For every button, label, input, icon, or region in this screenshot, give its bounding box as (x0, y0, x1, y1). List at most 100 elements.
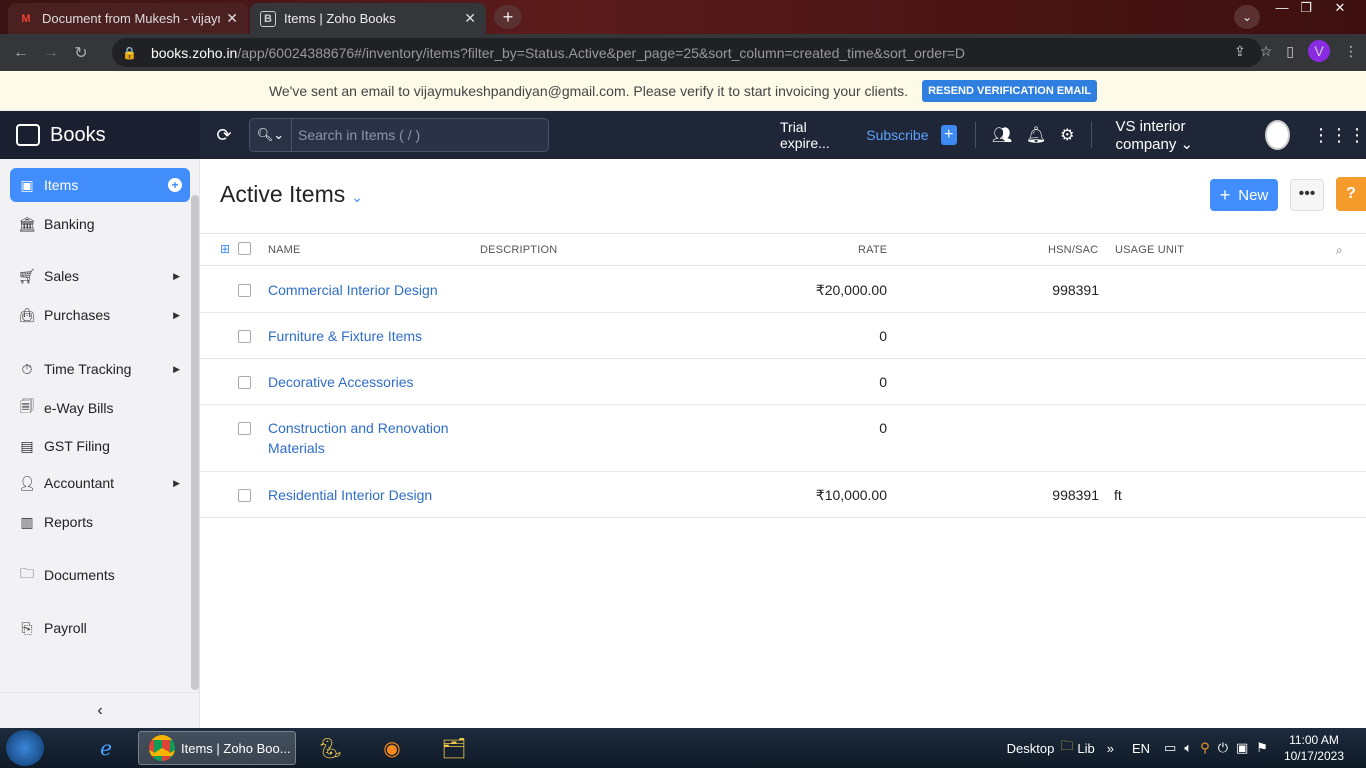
side-panel-icon[interactable]: ▯ (1286, 43, 1294, 60)
divider (1090, 122, 1092, 148)
item-name-link[interactable]: Commercial Interior Design (268, 280, 468, 300)
sidebar-item-label: Time Tracking (44, 361, 132, 377)
url-field[interactable]: 🔒 books.zoho.in/app/60024388676#/invento… (112, 38, 1262, 67)
item-name-link[interactable]: Furniture & Fixture Items (268, 326, 468, 346)
subscribe-link[interactable]: Subscribe (866, 127, 928, 143)
item-name-link[interactable]: Decorative Accessories (268, 372, 468, 392)
row-checkbox[interactable] (238, 422, 251, 435)
sidebar-item-payroll[interactable]: ⎘ Payroll (10, 611, 190, 645)
quick-create-button[interactable]: + (940, 125, 957, 145)
browser-tab-zoho-books[interactable]: B Items | Zoho Books ✕ (250, 3, 486, 34)
toolbar-overflow-icon[interactable]: » (1107, 741, 1114, 756)
item-name-link[interactable]: Construction and Renovation Materials (268, 418, 468, 458)
reload-icon[interactable]: ↻ (66, 43, 96, 63)
column-settings-icon[interactable]: ⊞ (220, 242, 230, 256)
file-explorer-icon[interactable]: 🗂︎ (434, 731, 474, 765)
collapse-sidebar-button[interactable]: ‹ (0, 692, 200, 728)
volume-icon[interactable]: 🔈︎ (1184, 740, 1192, 756)
table-row[interactable]: Construction and Renovation Materials 0 (200, 405, 1366, 472)
window-close-icon[interactable]: ✕ (1328, 0, 1352, 20)
column-usage-unit[interactable]: USAGE UNIT (1115, 244, 1184, 256)
add-item-icon[interactable]: + (168, 178, 182, 192)
lib-toolbar[interactable]: Lib (1077, 741, 1094, 756)
item-hsn: 998391 (1052, 282, 1099, 298)
sidebar-item-banking[interactable]: 🏛︎ Banking (10, 207, 190, 241)
sidebar-item-items[interactable]: ▣ Items + (10, 168, 190, 202)
trial-status[interactable]: Trial expire... (780, 119, 846, 151)
forward-icon[interactable]: → (36, 44, 66, 62)
browser-menu-icon[interactable]: ⋮ (1344, 43, 1358, 60)
users-icon[interactable]: 👥︎ (992, 125, 1012, 145)
new-tab-button[interactable]: + (494, 5, 522, 29)
sidebar-item-documents[interactable]: 🗀︎ Documents (10, 558, 190, 592)
close-tab-icon[interactable]: ✕ (226, 10, 238, 27)
bank-icon: 🏛︎ (18, 215, 36, 232)
system-tray: Desktop 🗀︎ Lib » EN ▭ 🔈︎ ⚲ ⏻ ▣ ⚑ 11:00 A… (1007, 728, 1366, 768)
item-rate: ₹20,000.00 (815, 282, 887, 298)
browser-tab-gmail[interactable]: M Document from Mukesh - vijaymukesh ✕ (8, 3, 248, 34)
table-row[interactable]: Commercial Interior Design ₹20,000.00 99… (200, 267, 1366, 313)
network-icon[interactable]: ▭ (1164, 740, 1176, 756)
recent-activity-icon[interactable]: ⟳ (200, 125, 248, 146)
resend-verification-button[interactable]: RESEND VERIFICATION EMAIL (922, 79, 1098, 102)
close-tab-icon[interactable]: ✕ (464, 10, 476, 27)
chevron-down-icon[interactable]: ⌄ (351, 189, 363, 205)
row-checkbox[interactable] (238, 376, 251, 389)
search-box[interactable]: 🔍︎⌄ (249, 118, 549, 152)
organization-switcher[interactable]: VS interior company ⌄ (1115, 118, 1240, 153)
python-icon[interactable]: 🐍︎ (310, 731, 350, 765)
user-avatar[interactable] (1264, 120, 1290, 150)
item-name-link[interactable]: Residential Interior Design (268, 485, 468, 505)
column-rate[interactable]: RATE (858, 244, 887, 256)
firefox-icon[interactable]: ◉ (372, 731, 412, 765)
power-icon[interactable]: ⏻ (1218, 740, 1228, 756)
clock[interactable]: 11:00 AM 10/17/2023 (1284, 732, 1344, 764)
bell-icon[interactable]: 🔔︎ (1026, 125, 1046, 145)
gmail-icon: M (21, 12, 31, 25)
sidebar-item-eway-bills[interactable]: 🗐︎ e-Way Bills (10, 391, 190, 425)
table-row[interactable]: Furniture & Fixture Items 0 (200, 313, 1366, 359)
more-options-button[interactable]: ••• (1290, 179, 1324, 211)
action-center-flag-icon[interactable]: ⚑ (1256, 740, 1268, 756)
minimize-icon[interactable]: — (1270, 0, 1294, 20)
sidebar-item-purchases[interactable]: 👜︎ Purchases ▶ (10, 298, 190, 332)
taskbar-chrome-window[interactable]: Items | Zoho Boo... (138, 731, 296, 765)
row-checkbox[interactable] (238, 284, 251, 297)
bookmark-star-icon[interactable]: ☆ (1260, 43, 1273, 60)
sidebar-scrollbar[interactable] (191, 195, 199, 690)
row-checkbox[interactable] (238, 489, 251, 502)
table-row[interactable]: Residential Interior Design ₹10,000.00 9… (200, 472, 1366, 518)
select-all-checkbox[interactable] (238, 242, 251, 255)
restore-icon[interactable]: ❐ (1294, 0, 1318, 20)
search-tray-icon[interactable]: ⚲ (1200, 740, 1210, 756)
profile-avatar[interactable]: V (1308, 40, 1330, 62)
start-button[interactable] (6, 730, 44, 766)
column-name[interactable]: NAME (268, 244, 301, 256)
sidebar-item-sales[interactable]: 🛒︎ Sales ▶ (10, 259, 190, 293)
sidebar-item-time-tracking[interactable]: ⏱︎ Time Tracking ▶ (10, 352, 190, 386)
internet-explorer-icon[interactable]: ℯ (86, 731, 126, 765)
page-title[interactable]: Active Items ⌄ (220, 181, 363, 208)
display-icon[interactable]: ▣ (1236, 740, 1248, 756)
search-input[interactable] (292, 127, 532, 143)
sidebar-item-gst-filing[interactable]: ▤ GST Filing (10, 429, 190, 463)
gear-icon[interactable]: ⚙ (1060, 125, 1075, 145)
sidebar-item-accountant[interactable]: 👤︎ Accountant ▶ (10, 466, 190, 500)
apps-grid-icon[interactable]: ⋮⋮⋮ (1312, 125, 1366, 146)
table-row[interactable]: Decorative Accessories 0 (200, 359, 1366, 405)
table-search-icon[interactable]: ⌕ (1336, 243, 1343, 258)
search-icon[interactable]: 🔍︎⌄ (250, 119, 292, 151)
share-icon[interactable]: ⇪ (1234, 43, 1246, 60)
clock-icon: ⏱︎ (21, 360, 33, 377)
help-button[interactable]: ? (1336, 177, 1366, 211)
new-item-button[interactable]: + New (1210, 179, 1278, 211)
desktop-toolbar[interactable]: Desktop (1007, 741, 1055, 756)
column-description[interactable]: DESCRIPTION (480, 244, 557, 256)
back-icon[interactable]: ← (6, 44, 36, 62)
language-indicator[interactable]: EN (1132, 741, 1150, 756)
sidebar-item-reports[interactable]: ▥ Reports (10, 505, 190, 539)
tab-search-icon[interactable]: ⌄ (1234, 5, 1260, 29)
row-checkbox[interactable] (238, 330, 251, 343)
column-hsn[interactable]: HSN/SAC (1048, 244, 1098, 256)
brand[interactable]: Books (0, 111, 200, 159)
